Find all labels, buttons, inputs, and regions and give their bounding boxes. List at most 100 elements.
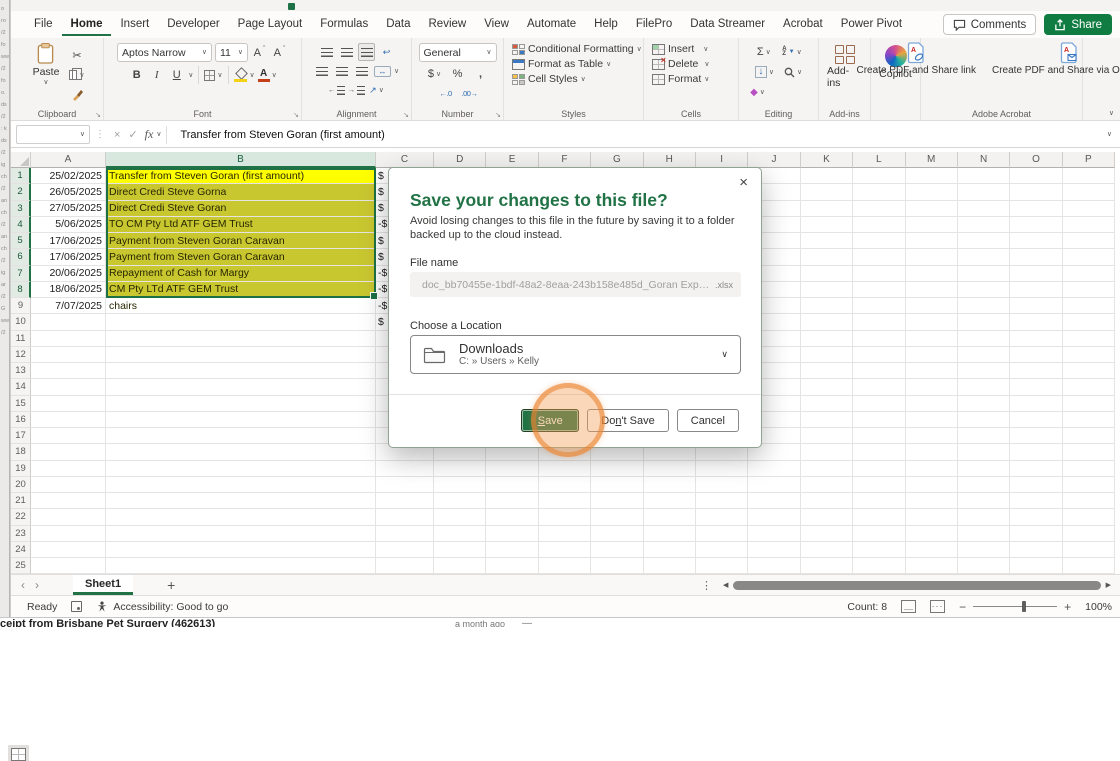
cell-E25[interactable] <box>486 558 538 574</box>
accounting-format-button[interactable]: $∨ <box>426 65 443 83</box>
cell-K15[interactable] <box>801 396 853 412</box>
cell-L19[interactable] <box>853 461 905 477</box>
merge-center-button[interactable]: ↔ <box>374 66 391 77</box>
column-header-B[interactable]: B <box>106 152 376 168</box>
cell-M7[interactable] <box>906 266 958 282</box>
column-header-C[interactable]: C <box>376 152 434 168</box>
cell-N24[interactable] <box>958 542 1010 558</box>
cell-A11[interactable] <box>31 331 106 347</box>
cell-B17[interactable] <box>106 428 376 444</box>
row-header-3[interactable]: 3 <box>11 201 31 217</box>
cell-A4[interactable]: 5/06/2025 <box>31 217 106 233</box>
cell-E21[interactable] <box>486 493 538 509</box>
font-name-select[interactable]: Aptos Narrow∨ <box>117 43 212 62</box>
ribbon-tab-filepro[interactable]: FilePro <box>627 13 681 36</box>
cell-M12[interactable] <box>906 347 958 363</box>
clipboard-dialog-launcher-icon[interactable]: ↘ <box>95 111 101 119</box>
confirm-entry-icon[interactable]: ✓ <box>124 128 141 141</box>
file-name-field[interactable]: doc_bb70455e-1bdf-48a2-8eaa-243b158e485d… <box>410 272 741 297</box>
column-header-M[interactable]: M <box>906 152 958 168</box>
cell-A20[interactable] <box>31 477 106 493</box>
cell-M20[interactable] <box>906 477 958 493</box>
cell-H20[interactable] <box>644 477 696 493</box>
cell-N1[interactable] <box>958 168 1010 184</box>
cell-P19[interactable] <box>1063 461 1115 477</box>
cell-L18[interactable] <box>853 444 905 460</box>
cell-P21[interactable] <box>1063 493 1115 509</box>
underline-button[interactable]: U <box>168 66 185 84</box>
cell-A15[interactable] <box>31 396 106 412</box>
cell-A10[interactable] <box>31 314 106 330</box>
ribbon-tab-automate[interactable]: Automate <box>518 13 585 36</box>
cell-P10[interactable] <box>1063 314 1115 330</box>
column-header-I[interactable]: I <box>696 152 748 168</box>
cell-O17[interactable] <box>1010 428 1062 444</box>
cell-N20[interactable] <box>958 477 1010 493</box>
column-header-E[interactable]: E <box>486 152 538 168</box>
cell-P18[interactable] <box>1063 444 1115 460</box>
column-header-P[interactable]: P <box>1063 152 1115 168</box>
cell-A25[interactable] <box>31 558 106 574</box>
cell-F22[interactable] <box>539 509 591 525</box>
cell-H23[interactable] <box>644 526 696 542</box>
cell-G20[interactable] <box>591 477 643 493</box>
comments-button[interactable]: Comments <box>943 14 1037 35</box>
borders-button[interactable]: ∨ <box>204 66 222 84</box>
cancel-button[interactable]: Cancel <box>677 409 739 432</box>
percent-style-button[interactable]: % <box>449 65 466 83</box>
cell-P9[interactable] <box>1063 298 1115 314</box>
cell-N17[interactable] <box>958 428 1010 444</box>
font-color-button[interactable]: A∨ <box>258 66 277 84</box>
cell-M15[interactable] <box>906 396 958 412</box>
cell-P12[interactable] <box>1063 347 1115 363</box>
cell-I23[interactable] <box>696 526 748 542</box>
ribbon-tab-home[interactable]: Home <box>62 13 112 36</box>
previous-sheet-icon[interactable]: ‹ <box>11 578 35 592</box>
cell-P11[interactable] <box>1063 331 1115 347</box>
cell-N13[interactable] <box>958 363 1010 379</box>
cell-P4[interactable] <box>1063 217 1115 233</box>
cell-C23[interactable] <box>376 526 434 542</box>
row-header-11[interactable]: 11 <box>11 331 31 347</box>
cell-G21[interactable] <box>591 493 643 509</box>
cell-A9[interactable]: 7/07/2025 <box>31 298 106 314</box>
cell-A5[interactable]: 17/06/2025 <box>31 233 106 249</box>
find-select-button[interactable]: ∨ <box>784 63 802 81</box>
cell-E20[interactable] <box>486 477 538 493</box>
row-header-5[interactable]: 5 <box>11 233 31 249</box>
cell-O5[interactable] <box>1010 233 1062 249</box>
cell-A16[interactable] <box>31 412 106 428</box>
cell-L5[interactable] <box>853 233 905 249</box>
cell-L12[interactable] <box>853 347 905 363</box>
cell-M17[interactable] <box>906 428 958 444</box>
cell-L21[interactable] <box>853 493 905 509</box>
cell-N21[interactable] <box>958 493 1010 509</box>
cell-M11[interactable] <box>906 331 958 347</box>
cell-P7[interactable] <box>1063 266 1115 282</box>
cell-I22[interactable] <box>696 509 748 525</box>
cell-N9[interactable] <box>958 298 1010 314</box>
cell-M2[interactable] <box>906 184 958 200</box>
cell-J24[interactable] <box>748 542 800 558</box>
column-header-A[interactable]: A <box>31 152 106 168</box>
ribbon-tab-acrobat[interactable]: Acrobat <box>774 13 832 36</box>
formula-bar-value[interactable]: Transfer from Steven Goran (first amount… <box>172 129 384 141</box>
cell-P25[interactable] <box>1063 558 1115 574</box>
cell-N10[interactable] <box>958 314 1010 330</box>
ribbon-tab-view[interactable]: View <box>475 13 518 36</box>
cell-N14[interactable] <box>958 379 1010 395</box>
cell-N25[interactable] <box>958 558 1010 574</box>
cell-D23[interactable] <box>434 526 486 542</box>
cell-C19[interactable] <box>376 461 434 477</box>
cell-A1[interactable]: 25/02/2025 <box>31 168 106 184</box>
cut-button[interactable]: ✂ <box>68 46 85 64</box>
scroll-right-icon[interactable]: ▶ <box>1103 581 1114 589</box>
cell-P2[interactable] <box>1063 184 1115 200</box>
cell-P23[interactable] <box>1063 526 1115 542</box>
cell-A18[interactable] <box>31 444 106 460</box>
row-header-12[interactable]: 12 <box>11 347 31 363</box>
cell-K4[interactable] <box>801 217 853 233</box>
cell-P17[interactable] <box>1063 428 1115 444</box>
cell-O24[interactable] <box>1010 542 1062 558</box>
cell-L20[interactable] <box>853 477 905 493</box>
